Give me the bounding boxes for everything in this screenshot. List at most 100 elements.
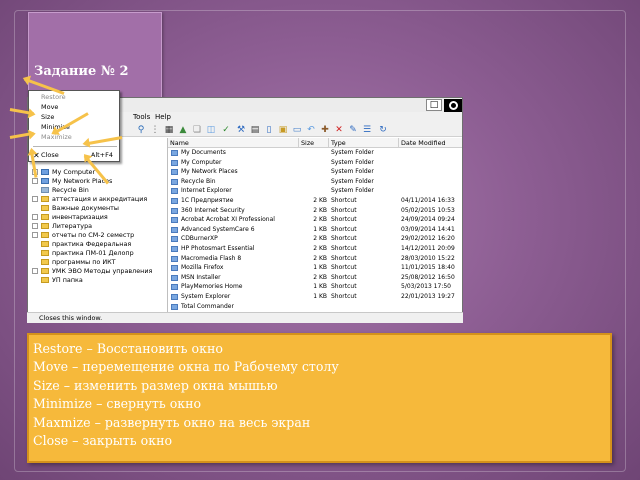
tree-item[interactable]: My Network Places	[32, 177, 112, 186]
table-row[interactable]: System Explorer 1 KB Shortcut 22/01/2013 19…	[168, 293, 462, 301]
cell-name: Internet Explorer	[181, 187, 232, 195]
tree-item[interactable]: УМК ЭВО Методы управления	[32, 267, 152, 276]
info-line-close: Close – закрыть окно	[33, 432, 173, 448]
cell-type: System Folder	[331, 149, 374, 156]
cell-name: HP Photosmart Essential	[181, 245, 255, 252]
file-icon	[171, 265, 178, 272]
cell-name: My Computer	[181, 158, 222, 166]
info-box: Restore – Восстановить окно Move – перем…	[27, 333, 612, 463]
cell-type: System Folder	[331, 158, 374, 166]
tree-item[interactable]: My Computer	[32, 168, 95, 177]
column-name[interactable]: Name	[168, 138, 298, 148]
folder-icon	[41, 250, 49, 256]
undo-icon[interactable]: ↶	[306, 125, 316, 135]
column-size[interactable]: Size	[298, 138, 328, 148]
cell-name: 1С Предприятие	[181, 197, 234, 204]
table-row[interactable]: Advanced SystemCare 6 1 KB Shortcut 03/09/2…	[168, 225, 462, 234]
info-line-minimize: Minimize – свернуть окно	[33, 396, 202, 412]
cell-type: Shortcut	[331, 283, 357, 291]
file-icon	[171, 284, 178, 291]
tree-item[interactable]: практика Федеральная	[32, 240, 131, 249]
tree-item[interactable]: Литература	[32, 222, 92, 231]
table-row[interactable]: Total Commander	[168, 303, 462, 311]
paste-icon[interactable]: ▯	[264, 125, 274, 135]
table-row[interactable]: Macromedia Flash 8 2 KB Shortcut 28/03/2010…	[168, 254, 462, 263]
dots-icon[interactable]: ⋮	[150, 125, 160, 135]
cell-date: 29/02/2012 16:20	[401, 235, 455, 243]
page-icon[interactable]: ▤	[250, 125, 260, 135]
list-header: Name Size Type Date Modified	[168, 138, 462, 148]
cell-size: 1 KB	[313, 225, 327, 233]
cell-type: System Folder	[331, 177, 374, 185]
table-row[interactable]: My Documents System Folder	[168, 149, 462, 157]
menu-size[interactable]: Size	[41, 113, 54, 122]
file-icon	[171, 178, 178, 185]
cell-date: 05/02/2015 10:53	[401, 206, 455, 214]
views-icon[interactable]: ☰	[362, 125, 372, 135]
table-row[interactable]: Mozilla Firefox 1 KB Shortcut 11/01/2015 18…	[168, 264, 462, 272]
table-row[interactable]: My Computer System Folder	[168, 158, 462, 167]
grid-icon[interactable]: ▦	[164, 125, 174, 135]
cell-name: MSN Installer	[181, 273, 221, 281]
search-icon[interactable]: ⚲	[136, 125, 146, 135]
window-maximize-button[interactable]: □	[426, 99, 442, 111]
column-date[interactable]: Date Modified	[398, 138, 462, 148]
cell-name: Macromedia Flash 8	[181, 254, 242, 262]
refresh-icon[interactable]: ↻	[378, 125, 388, 135]
status-bar: Closes this window.	[27, 312, 463, 323]
copy-icon[interactable]: ❏	[192, 125, 202, 135]
cell-size: 2 KB	[313, 245, 327, 252]
table-row[interactable]: My Network Places System Folder	[168, 168, 462, 176]
folder-icon	[41, 259, 49, 265]
cell-size: 1 KB	[313, 293, 327, 300]
cell-date: 14/12/2011 20:09	[401, 245, 455, 252]
cell-size: 2 KB	[313, 197, 327, 204]
table-row[interactable]: 1С Предприятие 2 KB Shortcut 04/11/2014 16:…	[168, 197, 462, 205]
menu-tools[interactable]: Tools	[133, 113, 150, 121]
drive-icon[interactable]: ◫	[206, 125, 216, 135]
table-row[interactable]: CDBurnerXP 2 KB Shortcut 29/02/2012 16:20	[168, 235, 462, 243]
column-type[interactable]: Type	[328, 138, 398, 148]
cell-date: 25/08/2012 16:50	[401, 273, 455, 281]
cell-size: 1 KB	[313, 264, 327, 272]
table-row[interactable]: Recycle Bin System Folder	[168, 177, 462, 186]
move-icon[interactable]: ✚	[320, 125, 330, 135]
table-row[interactable]: MSN Installer 2 KB Shortcut 25/08/2012 16:5…	[168, 273, 462, 282]
cell-type: Shortcut	[331, 206, 357, 214]
cell-size: 2 KB	[313, 273, 327, 281]
folder-icon	[41, 205, 49, 211]
cell-type: Shortcut	[331, 254, 357, 262]
file-icon	[171, 255, 178, 262]
tree-item[interactable]: отчеты по СМ-2 семестр	[32, 231, 134, 240]
slide-title: Задание № 2	[34, 64, 129, 79]
menu-move[interactable]: Move	[41, 103, 58, 112]
table-row[interactable]: HP Photosmart Essential 2 KB Shortcut 14/12…	[168, 245, 462, 253]
table-row[interactable]: 360 Internet Security 2 KB Shortcut 05/02/2…	[168, 206, 462, 215]
menu-help[interactable]: Help	[155, 113, 171, 121]
folder-tree: My Computer My Network Places Recycle Bi…	[28, 138, 168, 313]
cell-name: Recycle Bin	[181, 177, 216, 185]
menu-close[interactable]: Close	[41, 151, 59, 160]
tree-item[interactable]: инвентаризация	[32, 213, 108, 222]
tree-item[interactable]: аттестация и аккредитация	[32, 195, 147, 204]
tree-item[interactable]: Recycle Bin	[32, 186, 89, 195]
tree-item[interactable]: практика ПМ-01 Делопр	[32, 249, 134, 258]
clipboard-icon[interactable]: ▣	[278, 125, 288, 135]
folder-up-icon[interactable]: ▲	[178, 125, 188, 135]
delete-icon[interactable]: ✕	[334, 125, 344, 135]
wrench-icon[interactable]: ⚒	[236, 125, 246, 135]
rename-icon[interactable]: ✎	[348, 125, 358, 135]
tree-item[interactable]: программы по ИКТ	[32, 258, 116, 267]
table-row[interactable]: PlayMemories Home 1 KB Shortcut 5/03/2013 1…	[168, 283, 462, 291]
table-row[interactable]: Acrobat Acrobat XI Professional 2 KB Short…	[168, 216, 462, 224]
cell-date: 22/01/2013 19:27	[401, 293, 455, 300]
tree-item[interactable]: Важные документы	[32, 204, 119, 213]
properties-icon[interactable]: ▭	[292, 125, 302, 135]
tree-item[interactable]: УП папка	[32, 276, 83, 285]
cell-name: Mozilla Firefox	[181, 264, 224, 272]
check-icon[interactable]: ✓	[221, 125, 231, 135]
cell-type: Shortcut	[331, 273, 357, 281]
cell-date: 04/11/2014 16:33	[401, 197, 455, 204]
table-row[interactable]: Internet Explorer System Folder	[168, 187, 462, 195]
window-close-icon[interactable]	[444, 99, 462, 112]
